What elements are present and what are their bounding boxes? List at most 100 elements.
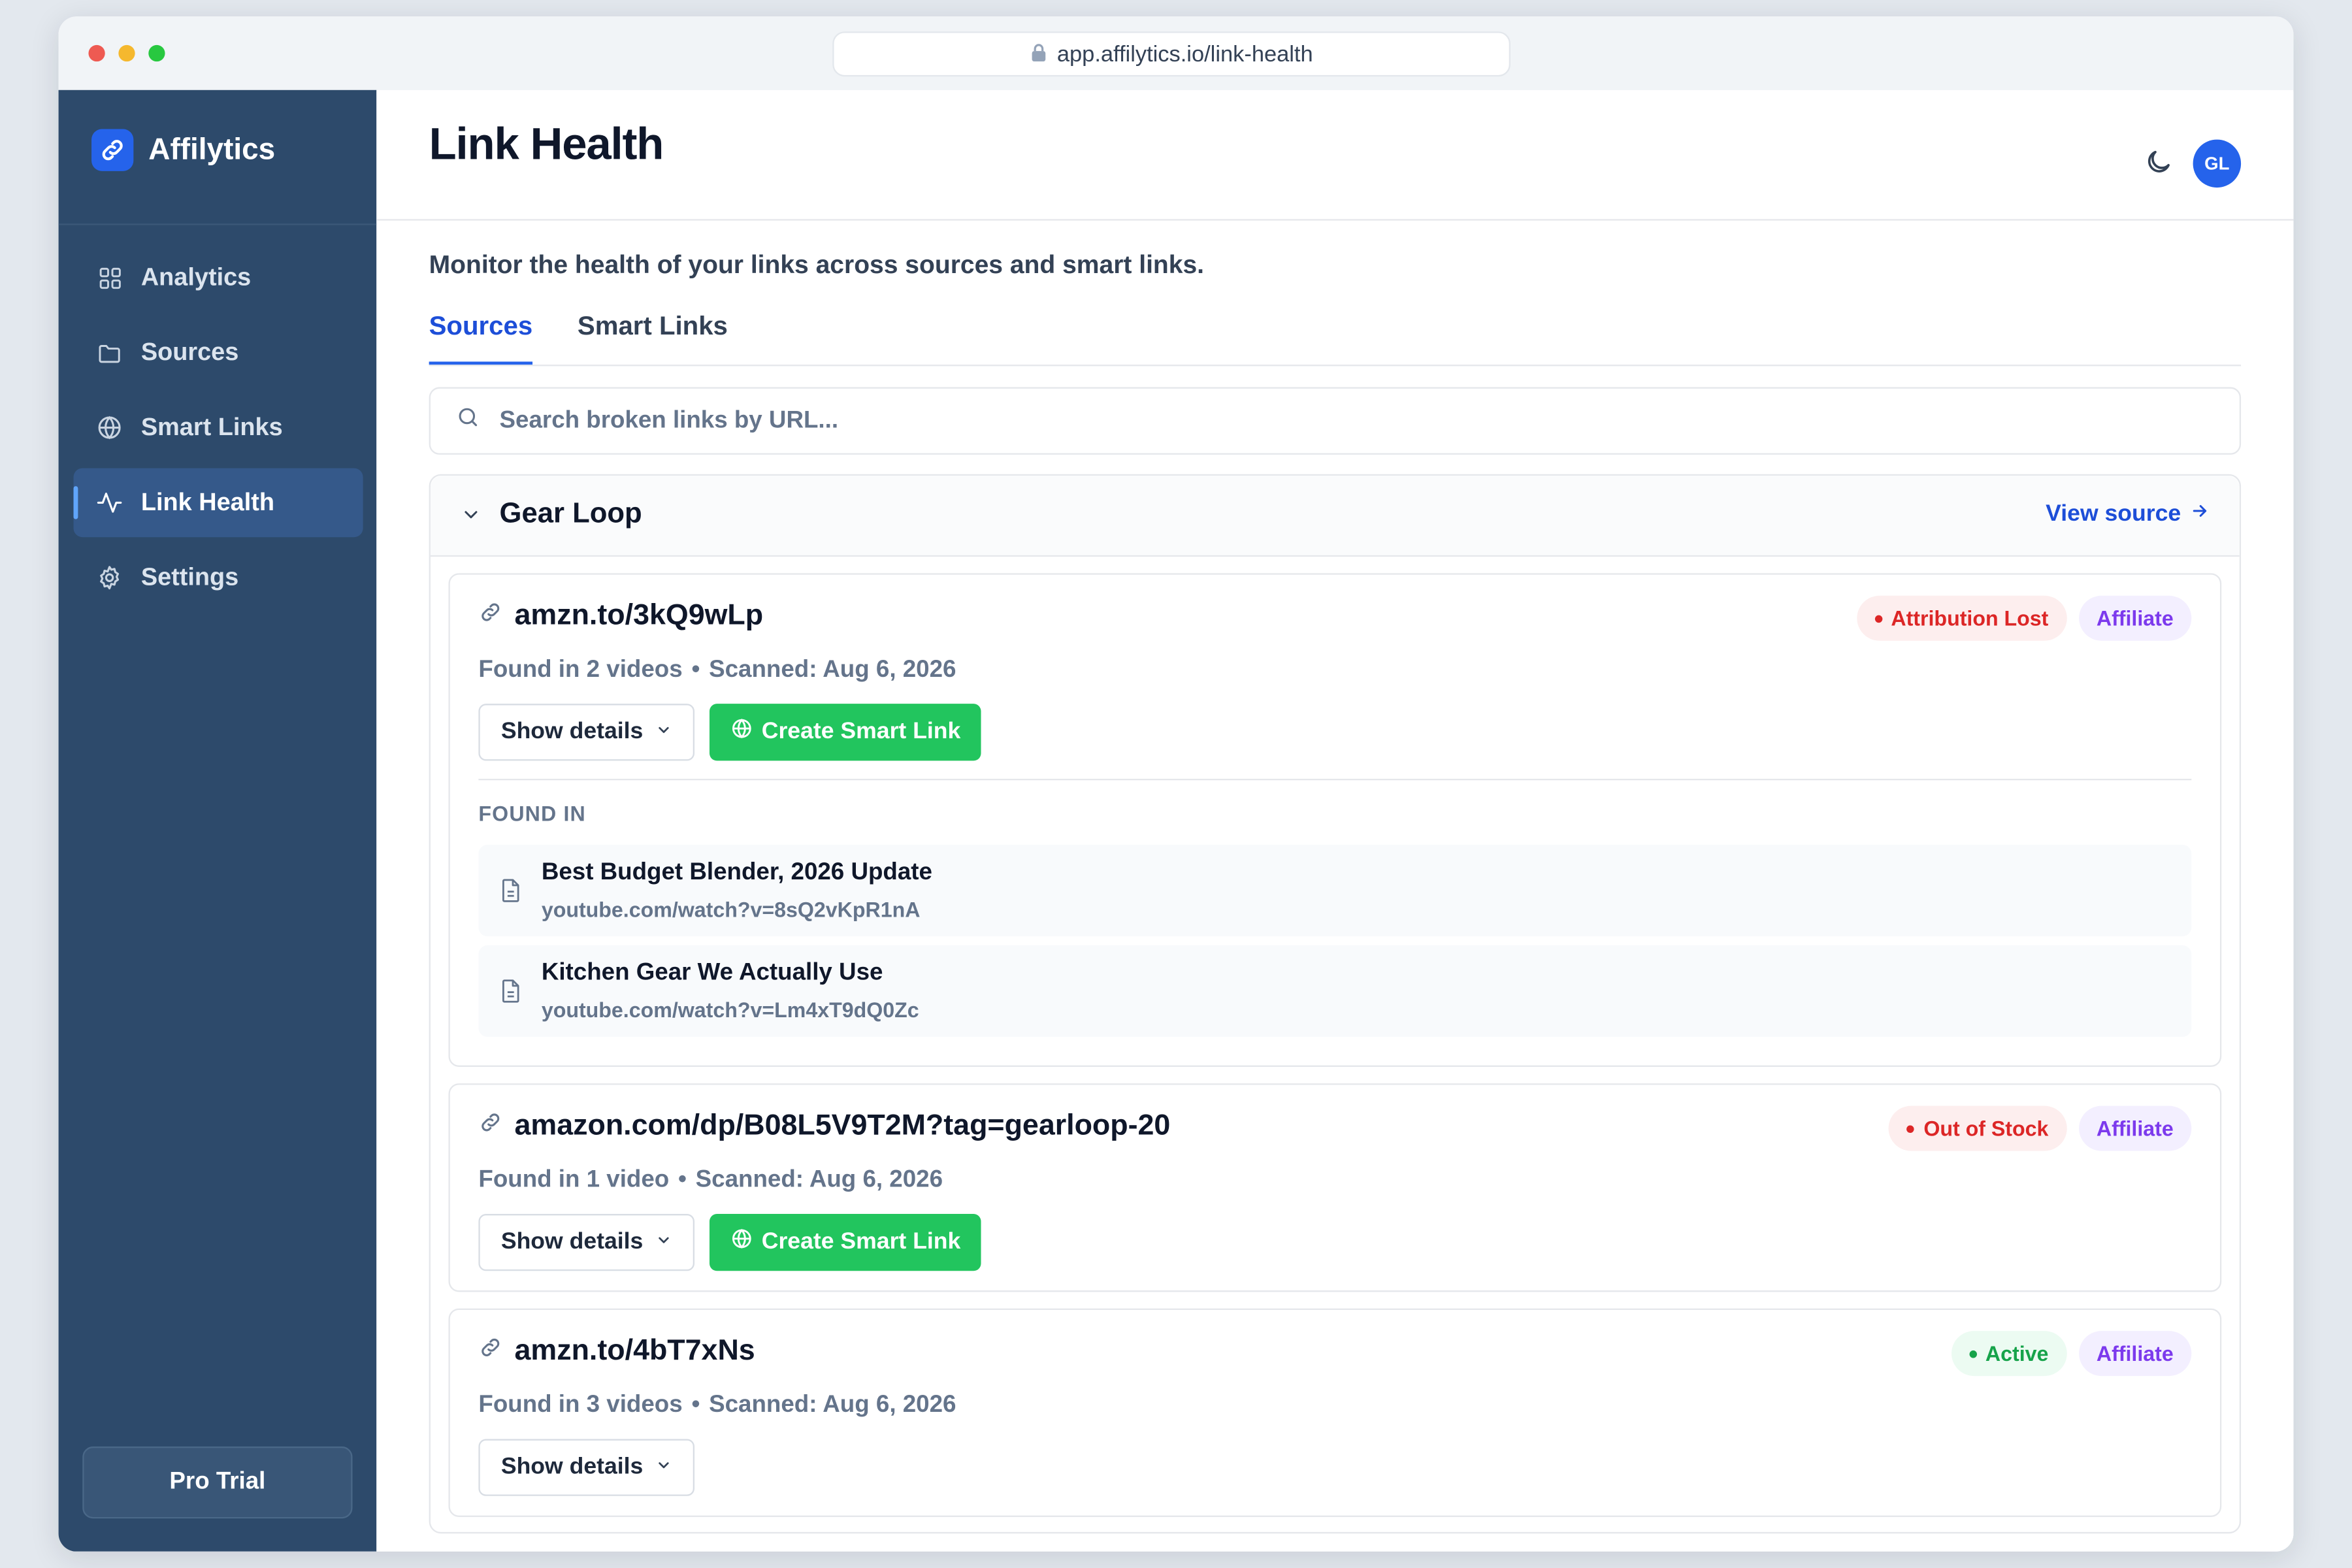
source-group: Gear Loop View source amzn.to/3kQ9wLp At… <box>429 474 2242 1534</box>
chevron-down-icon <box>655 719 672 745</box>
sidebar-item-smart-links[interactable]: Smart Links <box>73 393 363 463</box>
chevron-down-icon <box>655 1229 672 1256</box>
type-badge: Affiliate <box>2078 1331 2192 1377</box>
active-tab-indicator <box>429 361 533 365</box>
activity-icon <box>96 489 123 516</box>
sidebar: Affilytics Analytics Sources Smart Links… <box>58 90 377 1552</box>
show-details-button[interactable]: Show details <box>478 704 694 761</box>
link-icon <box>478 600 502 632</box>
link-url[interactable]: amazon.com/dp/B08L5V9T2M?tag=gearloop-20 <box>514 1109 1170 1143</box>
address-url: app.affilytics.io/link-health <box>1056 41 1313 67</box>
sidebar-item-label: Sources <box>140 338 239 366</box>
create-smart-link-button[interactable]: Create Smart Link <box>709 704 982 761</box>
sidebar-nav: Analytics Sources Smart Links Link Healt… <box>73 243 363 618</box>
link-url-row: amzn.to/3kQ9wLp <box>478 598 763 633</box>
sidebar-divider <box>58 223 377 225</box>
found-count: Found in 1 video <box>478 1167 670 1193</box>
globe-icon <box>730 717 753 747</box>
link-icon <box>478 1111 502 1142</box>
video-url[interactable]: youtube.com/watch?v=8sQ2vKpR1nA <box>542 897 921 921</box>
video-url[interactable]: youtube.com/watch?v=Lm4xT9dQ0Zc <box>542 998 919 1022</box>
search-box[interactable] <box>429 387 2242 455</box>
view-source-label: View source <box>2046 501 2181 527</box>
sidebar-item-label: Settings <box>140 563 239 591</box>
globe-icon <box>730 1228 753 1258</box>
found-in-item[interactable]: Best Budget Blender, 2026 Update youtube… <box>478 845 2192 937</box>
sidebar-item-label: Smart Links <box>140 413 283 441</box>
link-meta: Found in 3 videos • Scanned: Aug 6, 2026 <box>478 1392 956 1418</box>
document-icon <box>500 978 522 1011</box>
found-in-item[interactable]: Kitchen Gear We Actually Use youtube.com… <box>478 945 2192 1037</box>
badge-group: Active Affiliate <box>1951 1331 2192 1377</box>
link-url-row: amzn.to/4bT7xNs <box>478 1334 755 1369</box>
avatar[interactable]: GL <box>2193 139 2242 188</box>
link-url-row: amazon.com/dp/B08L5V9T2M?tag=gearloop-20 <box>478 1109 1170 1143</box>
link-card: amazon.com/dp/B08L5V9T2M?tag=gearloop-20… <box>448 1083 2222 1292</box>
link-icon <box>478 1335 502 1367</box>
link-card: amzn.to/3kQ9wLp Attribution Lost Affilia… <box>448 573 2222 1067</box>
show-details-button[interactable]: Show details <box>478 1439 694 1496</box>
tab-sources[interactable]: Sources <box>429 310 533 342</box>
create-smart-link-button[interactable]: Create Smart Link <box>709 1214 982 1271</box>
main-content: Link Health GL Monitor the health of you… <box>376 90 2294 1552</box>
status-badge: Out of Stock <box>1889 1105 2066 1151</box>
moon-icon[interactable] <box>2144 147 2174 177</box>
chevron-down-icon[interactable] <box>461 504 482 533</box>
page-subtitle: Monitor the health of your links across … <box>429 250 1205 280</box>
view-source-link[interactable]: View source <box>2046 501 2210 528</box>
found-count: Found in 2 videos <box>478 657 683 683</box>
brand-name: Affilytics <box>148 133 276 166</box>
link-meta: Found in 1 video • Scanned: Aug 6, 2026 <box>478 1167 943 1193</box>
found-in-label: FOUND IN <box>478 801 586 826</box>
type-badge: Affiliate <box>2078 595 2192 641</box>
video-title: Best Budget Blender, 2026 Update <box>541 860 932 886</box>
browser-titlebar: app.affilytics.io/link-health <box>58 16 2294 92</box>
badge-group: Attribution Lost Affiliate <box>1856 595 2192 641</box>
sidebar-item-analytics[interactable]: Analytics <box>73 243 363 312</box>
type-badge: Affiliate <box>2078 1105 2192 1151</box>
card-divider <box>478 778 2192 781</box>
link-logo-icon <box>91 129 134 171</box>
card-actions: Show details Create Smart Link <box>478 704 982 761</box>
source-group-name: Gear Loop <box>499 498 642 530</box>
tab-smart-links[interactable]: Smart Links <box>578 310 728 342</box>
address-bar[interactable]: app.affilytics.io/link-health <box>832 31 1511 77</box>
maximize-window-dot[interactable] <box>148 44 165 62</box>
search-icon <box>456 405 480 436</box>
brand[interactable]: Affilytics <box>91 129 275 171</box>
page-title: Link Health <box>429 120 664 170</box>
pro-trial-button[interactable]: Pro Trial <box>82 1446 353 1519</box>
globe-icon <box>96 414 123 441</box>
sidebar-item-label: Analytics <box>140 263 252 291</box>
sidebar-item-link-health[interactable]: Link Health <box>73 468 363 538</box>
video-title: Kitchen Gear We Actually Use <box>541 960 883 986</box>
card-actions: Show details Create Smart Link <box>478 1214 982 1271</box>
link-meta: Found in 2 videos • Scanned: Aug 6, 2026 <box>478 657 956 683</box>
minimize-window-dot[interactable] <box>118 44 135 62</box>
link-card: amzn.to/4bT7xNs Active Affiliate Found i… <box>448 1308 2222 1517</box>
show-details-button[interactable]: Show details <box>478 1214 694 1271</box>
status-badge: Attribution Lost <box>1856 595 2066 641</box>
status-badge: Active <box>1951 1331 2066 1377</box>
sidebar-item-settings[interactable]: Settings <box>73 543 363 612</box>
tab-bar: Sources Smart Links <box>429 294 2242 367</box>
source-group-header[interactable]: Gear Loop View source <box>430 476 2240 557</box>
search-input[interactable] <box>496 406 2240 436</box>
card-actions: Show details <box>478 1439 694 1496</box>
close-window-dot[interactable] <box>88 44 105 62</box>
arrow-right-icon <box>2190 501 2210 528</box>
scan-date: Scanned: Aug 6, 2026 <box>709 657 956 683</box>
found-count: Found in 3 videos <box>478 1392 683 1418</box>
grid-icon <box>96 264 123 291</box>
sidebar-item-label: Link Health <box>140 488 275 515</box>
lock-icon <box>1030 41 1047 67</box>
page-header: Link Health GL <box>376 90 2294 221</box>
scan-date: Scanned: Aug 6, 2026 <box>695 1167 943 1193</box>
scan-date: Scanned: Aug 6, 2026 <box>709 1392 956 1418</box>
document-icon <box>500 878 522 911</box>
link-url[interactable]: amzn.to/4bT7xNs <box>514 1334 755 1369</box>
link-url[interactable]: amzn.to/3kQ9wLp <box>514 598 763 633</box>
browser-window: app.affilytics.io/link-health Affilytics… <box>58 16 2294 1552</box>
sidebar-item-sources[interactable]: Sources <box>73 318 363 387</box>
chevron-down-icon <box>655 1454 672 1481</box>
